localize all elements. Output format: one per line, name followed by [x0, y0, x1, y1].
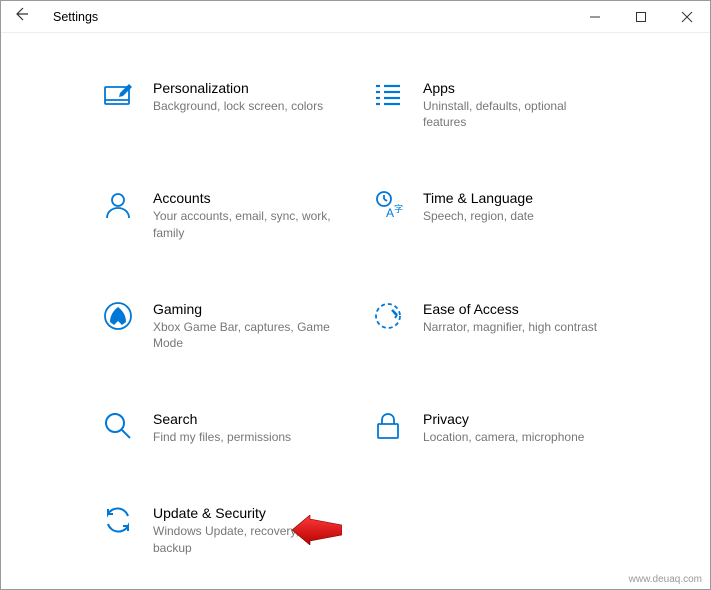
item-text: Time & Language Speech, region, date	[423, 188, 631, 224]
maximize-icon	[635, 11, 647, 23]
minimize-button[interactable]	[572, 1, 618, 33]
item-title: Ease of Access	[423, 301, 631, 317]
gaming-icon	[101, 299, 135, 333]
item-text: Apps Uninstall, defaults, optional featu…	[423, 78, 631, 130]
titlebar: Settings	[1, 1, 710, 33]
item-text: Personalization Background, lock screen,…	[153, 78, 361, 114]
item-desc: Uninstall, defaults, optional features	[423, 98, 603, 130]
settings-item-search[interactable]: Search Find my files, permissions	[101, 409, 361, 445]
accounts-icon	[101, 188, 135, 222]
item-desc: Narrator, magnifier, high contrast	[423, 319, 603, 335]
update-security-icon	[101, 503, 135, 537]
ease-of-access-icon	[371, 299, 405, 333]
close-button[interactable]	[664, 1, 710, 33]
item-text: Privacy Location, camera, microphone	[423, 409, 631, 445]
arrow-left-icon	[13, 6, 29, 27]
settings-item-accounts[interactable]: Accounts Your accounts, email, sync, wor…	[101, 188, 361, 240]
settings-item-privacy[interactable]: Privacy Location, camera, microphone	[371, 409, 631, 445]
item-text: Gaming Xbox Game Bar, captures, Game Mod…	[153, 299, 361, 351]
item-desc: Background, lock screen, colors	[153, 98, 333, 114]
item-title: Gaming	[153, 301, 361, 317]
item-desc: Find my files, permissions	[153, 429, 333, 445]
settings-item-ease-of-access[interactable]: Ease of Access Narrator, magnifier, high…	[371, 299, 631, 351]
annotation-arrow-icon	[292, 515, 342, 550]
search-icon	[101, 409, 135, 443]
item-title: Personalization	[153, 80, 361, 96]
minimize-icon	[589, 11, 601, 23]
svg-text:A: A	[386, 206, 394, 220]
item-text: Search Find my files, permissions	[153, 409, 361, 445]
item-desc: Xbox Game Bar, captures, Game Mode	[153, 319, 333, 351]
watermark-text: www.deuaq.com	[629, 574, 702, 585]
settings-item-apps[interactable]: Apps Uninstall, defaults, optional featu…	[371, 78, 631, 130]
close-icon	[681, 11, 693, 23]
time-language-icon: A 字	[371, 188, 405, 222]
item-title: Time & Language	[423, 190, 631, 206]
settings-item-time-language[interactable]: A 字 Time & Language Speech, region, date	[371, 188, 631, 240]
settings-grid: Personalization Background, lock screen,…	[101, 78, 650, 556]
item-title: Accounts	[153, 190, 361, 206]
item-desc: Your accounts, email, sync, work, family	[153, 208, 333, 240]
item-desc: Location, camera, microphone	[423, 429, 603, 445]
item-title: Search	[153, 411, 361, 427]
item-title: Apps	[423, 80, 631, 96]
item-title: Privacy	[423, 411, 631, 427]
settings-item-personalization[interactable]: Personalization Background, lock screen,…	[101, 78, 361, 130]
item-text: Ease of Access Narrator, magnifier, high…	[423, 299, 631, 335]
maximize-button[interactable]	[618, 1, 664, 33]
window-title: Settings	[41, 10, 98, 24]
window-controls	[572, 1, 710, 33]
settings-content: Personalization Background, lock screen,…	[1, 33, 710, 556]
back-button[interactable]	[1, 1, 41, 33]
item-text: Accounts Your accounts, email, sync, wor…	[153, 188, 361, 240]
privacy-icon	[371, 409, 405, 443]
settings-item-gaming[interactable]: Gaming Xbox Game Bar, captures, Game Mod…	[101, 299, 361, 351]
svg-text:字: 字	[394, 203, 403, 214]
personalization-icon	[101, 78, 135, 112]
item-desc: Speech, region, date	[423, 208, 603, 224]
apps-icon	[371, 78, 405, 112]
